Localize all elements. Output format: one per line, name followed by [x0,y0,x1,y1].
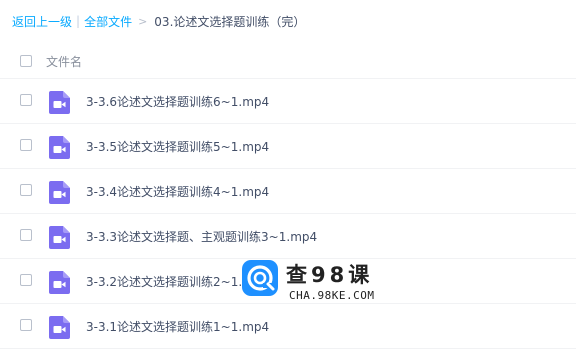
select-all-checkbox[interactable] [20,55,32,67]
video-file-icon [49,91,70,114]
breadcrumb-separator: | [76,14,81,28]
file-name[interactable]: 3-3.3论述文选择题、主观题训练3~1.mp4 [86,228,317,245]
row-checkbox[interactable] [20,319,32,331]
file-name[interactable]: 3-3.6论述文选择题训练6~1.mp4 [86,93,269,110]
all-files-link[interactable]: 全部文件 [84,13,132,30]
file-name[interactable]: 3-3.1论述文选择题训练1~1.mp4 [86,318,269,335]
file-name[interactable]: 3-3.4论述文选择题训练4~1.mp4 [86,183,269,200]
file-name[interactable]: 3-3.5论述文选择题训练5~1.mp4 [86,138,269,155]
video-file-icon [49,136,70,159]
file-name[interactable]: 3-3.2论述文选择题训练2~1.mp4 [86,273,269,290]
file-row[interactable]: 3-3.5论述文选择题训练5~1.mp4 [0,124,576,169]
row-checkbox[interactable] [20,139,32,151]
file-row[interactable]: 3-3.1论述文选择题训练1~1.mp4 [0,304,576,349]
video-file-icon [49,316,70,339]
video-file-icon [49,181,70,204]
file-row[interactable]: 3-3.2论述文选择题训练2~1.mp4 [0,259,576,304]
file-row[interactable]: 3-3.3论述文选择题、主观题训练3~1.mp4 [0,214,576,259]
row-checkbox[interactable] [20,274,32,286]
current-folder-title: 03.论述文选择题训练（完） [154,14,306,29]
column-header-filename[interactable]: 文件名 [46,53,82,70]
video-file-icon [49,226,70,249]
row-checkbox[interactable] [20,94,32,106]
row-checkbox[interactable] [20,184,32,196]
file-list: 3-3.6论述文选择题训练6~1.mp4 3-3.5论述文选择题训练5~1.mp… [0,79,576,349]
file-row[interactable]: 3-3.6论述文选择题训练6~1.mp4 [0,79,576,124]
file-row[interactable]: 3-3.4论述文选择题训练4~1.mp4 [0,169,576,214]
list-header: 文件名 [0,43,576,79]
back-link[interactable]: 返回上一级 [12,13,72,30]
video-file-icon [49,271,70,294]
row-checkbox[interactable] [20,229,32,241]
breadcrumb: 返回上一级 | 全部文件 > 03.论述文选择题训练（完） [12,13,305,29]
file-browser-page: 返回上一级 | 全部文件 > 03.论述文选择题训练（完） 文件名 3-3.6论… [0,0,576,353]
breadcrumb-arrow-icon: > [138,14,148,28]
